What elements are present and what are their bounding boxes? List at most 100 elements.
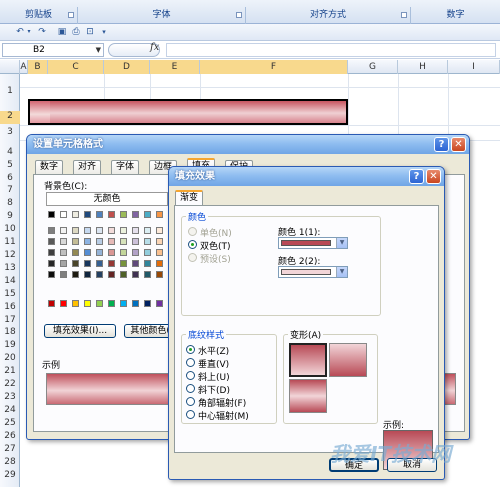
color-swatch[interactable] <box>156 260 163 267</box>
row-header[interactable]: 16 <box>0 302 20 312</box>
row-header[interactable]: 22 <box>0 379 20 389</box>
color-swatch[interactable] <box>120 271 127 278</box>
color-swatch[interactable] <box>96 227 103 234</box>
color-swatch[interactable] <box>96 300 103 307</box>
row-header[interactable]: 8 <box>0 198 20 208</box>
column-header-b[interactable]: B <box>28 60 48 74</box>
color-swatch[interactable] <box>84 300 91 307</box>
color-swatch[interactable] <box>144 271 151 278</box>
horizontal-radio[interactable] <box>186 345 195 354</box>
color-swatch[interactable] <box>60 271 67 278</box>
column-header-a[interactable]: A <box>20 60 28 74</box>
color-swatch[interactable] <box>72 238 79 245</box>
row-header[interactable]: 12 <box>0 250 20 260</box>
row-header[interactable]: 14 <box>0 276 20 286</box>
two-colors-radio[interactable] <box>188 240 197 249</box>
row-header[interactable]: 19 <box>0 340 20 350</box>
customize-toolbar-icon[interactable]: ▾ <box>98 26 110 38</box>
color-swatch[interactable] <box>120 211 127 218</box>
row-header[interactable]: 3 <box>0 127 20 137</box>
diagonal-up-radio[interactable] <box>186 371 195 380</box>
color-swatch[interactable] <box>108 211 115 218</box>
color-swatch[interactable] <box>48 227 55 234</box>
column-header-g[interactable]: G <box>348 60 398 74</box>
variant-2[interactable] <box>329 343 367 377</box>
row-header[interactable]: 27 <box>0 444 20 454</box>
select-all-corner[interactable] <box>0 60 20 74</box>
color-swatch[interactable] <box>60 249 67 256</box>
color-swatch[interactable] <box>84 260 91 267</box>
column-header-d[interactable]: D <box>104 60 150 74</box>
color-swatch[interactable] <box>48 249 55 256</box>
row-header[interactable]: 24 <box>0 405 20 415</box>
formula-input[interactable] <box>166 43 496 57</box>
preset-radio[interactable] <box>188 253 197 262</box>
color-swatch[interactable] <box>60 227 67 234</box>
color-swatch[interactable] <box>156 271 163 278</box>
variant-1[interactable] <box>289 343 327 377</box>
close-icon[interactable]: ✕ <box>426 169 441 184</box>
color-swatch[interactable] <box>108 271 115 278</box>
print-icon[interactable]: ⎙ <box>70 26 82 38</box>
color-swatch[interactable] <box>132 211 139 218</box>
color-swatch[interactable] <box>84 249 91 256</box>
tab-font[interactable]: 字体 <box>111 160 140 174</box>
color-swatch[interactable] <box>144 300 151 307</box>
row-header[interactable]: 6 <box>0 173 20 183</box>
dialog-launcher-icon[interactable] <box>236 12 242 18</box>
color-swatch[interactable] <box>84 227 91 234</box>
color-swatch[interactable] <box>120 300 127 307</box>
row-header[interactable]: 28 <box>0 457 20 467</box>
color-swatch[interactable] <box>156 249 163 256</box>
row-header[interactable]: 18 <box>0 327 20 337</box>
color-swatch[interactable] <box>132 260 139 267</box>
row-header[interactable]: 15 <box>0 289 20 299</box>
color-swatch[interactable] <box>144 249 151 256</box>
no-color-button[interactable]: 无颜色 <box>46 192 168 206</box>
dialog-launcher-icon[interactable] <box>68 12 74 18</box>
color-swatch[interactable] <box>84 211 91 218</box>
row-header[interactable]: 10 <box>0 224 20 234</box>
vertical-radio[interactable] <box>186 358 195 367</box>
color-swatch[interactable] <box>108 300 115 307</box>
help-icon[interactable]: ? <box>409 169 424 184</box>
color-swatch[interactable] <box>144 227 151 234</box>
row-header[interactable]: 17 <box>0 315 20 325</box>
color-swatch[interactable] <box>120 227 127 234</box>
color-swatch[interactable] <box>72 260 79 267</box>
color-swatch[interactable] <box>96 238 103 245</box>
color-swatch[interactable] <box>48 260 55 267</box>
color-swatch[interactable] <box>48 300 55 307</box>
color-swatch[interactable] <box>108 227 115 234</box>
color-swatch[interactable] <box>60 300 67 307</box>
color-swatch[interactable] <box>108 238 115 245</box>
insert-function-icon[interactable]: fx <box>150 42 159 53</box>
color-swatch[interactable] <box>132 249 139 256</box>
undo-icon[interactable]: ↶ <box>14 26 26 38</box>
color-swatch[interactable] <box>156 211 163 218</box>
color-swatch[interactable] <box>132 300 139 307</box>
ribbon-group-font[interactable]: 字体 <box>78 7 246 24</box>
from-corner-radio[interactable] <box>186 397 195 406</box>
color-swatch[interactable] <box>48 211 55 218</box>
color-swatch[interactable] <box>96 260 103 267</box>
active-cell-b2[interactable] <box>30 101 50 123</box>
color-swatch[interactable] <box>60 260 67 267</box>
ribbon-group-number[interactable]: 数字 <box>411 7 500 24</box>
color-swatch[interactable] <box>132 271 139 278</box>
chevron-down-icon[interactable]: ▼ <box>336 267 347 277</box>
column-header-f[interactable]: F <box>200 60 348 74</box>
close-icon[interactable]: ✕ <box>451 137 466 152</box>
row-header[interactable]: 20 <box>0 353 20 363</box>
row-header[interactable]: 1 <box>0 86 20 96</box>
preview-icon[interactable]: ⊡ <box>84 26 96 38</box>
row-header[interactable]: 29 <box>0 470 20 480</box>
ribbon-group-alignment[interactable]: 对齐方式 <box>246 7 411 24</box>
ribbon-group-clipboard[interactable]: 剪贴板 <box>0 7 78 24</box>
color-swatch[interactable] <box>72 227 79 234</box>
color-swatch[interactable] <box>72 211 79 218</box>
color-swatch[interactable] <box>132 238 139 245</box>
row-header[interactable]: 21 <box>0 366 20 376</box>
row-header[interactable]: 5 <box>0 160 20 170</box>
selected-cell-range-b2-f2[interactable] <box>28 99 348 125</box>
